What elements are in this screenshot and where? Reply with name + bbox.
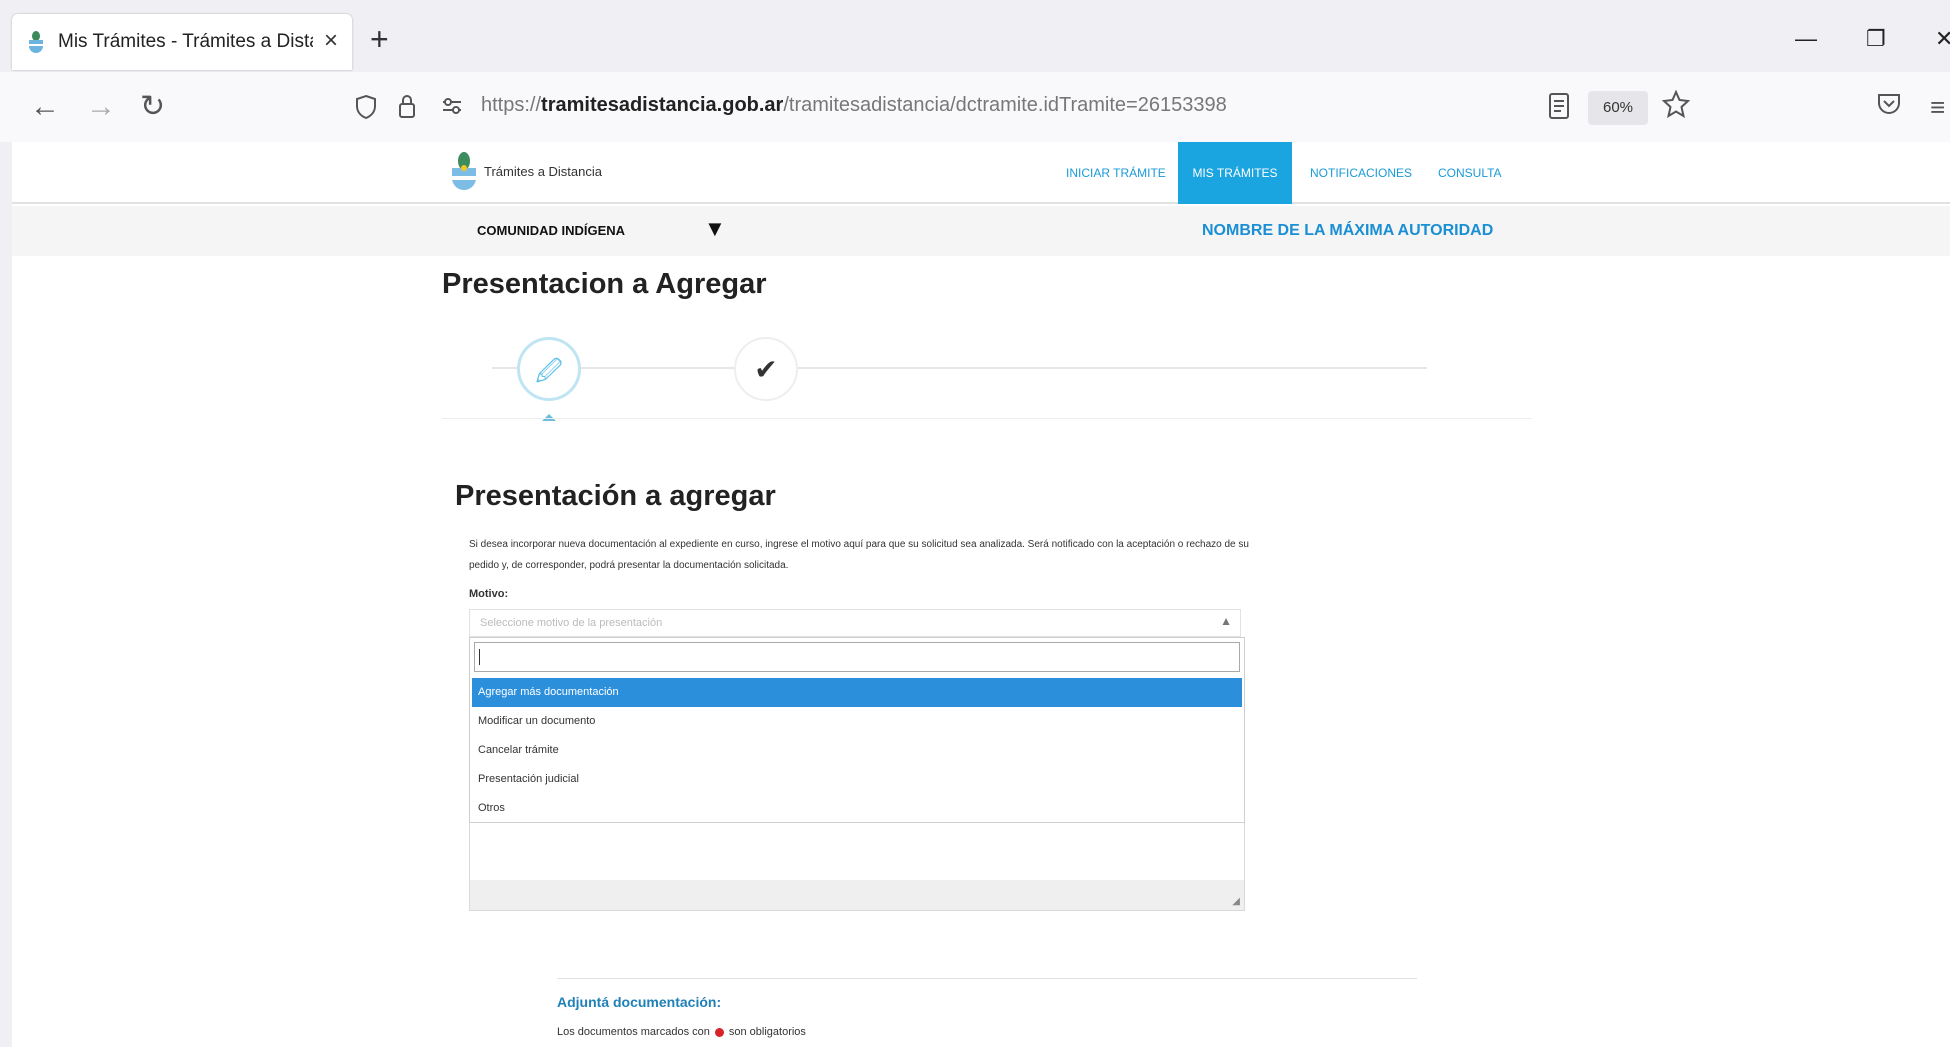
step-attach[interactable]: 🖉	[517, 337, 581, 401]
resize-grip-icon[interactable]: ◢	[1232, 896, 1240, 907]
option-cancelar-tramite[interactable]: Cancelar trámite	[472, 736, 1242, 765]
tab-title: Mis Trámites - Trámites a Distancia	[58, 31, 313, 52]
divider	[557, 978, 1417, 979]
checkmark-icon: ✔	[754, 354, 778, 385]
required-dot-icon	[714, 1027, 724, 1037]
attach-documents-title: Adjuntá documentación:	[557, 994, 722, 1010]
url-text[interactable]: https://tramitesadistancia.gob.ar/tramit…	[481, 94, 1227, 117]
paperclip-icon: 🖉	[535, 356, 563, 386]
option-otros[interactable]: Otros	[472, 794, 1242, 823]
select-placeholder: Seleccione motivo de la presentación	[480, 617, 663, 629]
nav-consulta[interactable]: Consulta	[1430, 142, 1510, 204]
motivo-dropdown: Agregar más documentación Modificar un d…	[469, 637, 1245, 823]
divider	[442, 418, 1532, 419]
permissions-icon[interactable]	[441, 98, 463, 114]
menu-icon[interactable]: ≡	[1930, 90, 1945, 124]
url-bar[interactable]: https://tramitesadistancia.gob.ar/tramit…	[345, 82, 1705, 132]
restore-icon[interactable]: ❐	[1866, 26, 1886, 52]
url-domain: tramitesadistancia.gob.ar	[541, 94, 784, 116]
page-title: Presentacion a Agregar	[442, 268, 767, 300]
description-text: Si desea incorporar nueva documentación …	[469, 539, 1249, 571]
shield-icon[interactable]	[355, 94, 377, 120]
url-path: /tramitesadistancia/dctramite.idTramite=…	[783, 94, 1227, 116]
required-documents-note: Los documentos marcados con son obligato…	[557, 1026, 806, 1038]
motivo-label: Motivo:	[469, 588, 509, 600]
site-header: Trámites a Distancia Iniciar trámite Mis…	[12, 142, 1950, 204]
tab-close-icon[interactable]: ×	[324, 27, 338, 55]
tab-bar: Mis Trámites - Trámites a Distancia × + …	[0, 12, 1950, 72]
caret-up-icon[interactable]: ▲	[1220, 614, 1232, 628]
bookmark-star-icon[interactable]	[1662, 90, 1690, 118]
nav-iniciar-tramite[interactable]: Iniciar trámite	[1058, 142, 1174, 204]
community-selector[interactable]: COMUNIDAD INDÍGENA	[477, 223, 625, 238]
entity-bar: COMUNIDAD INDÍGENA ▼ NOMBRE DE LA MÁXIMA…	[12, 206, 1950, 256]
step-confirm[interactable]: ✔	[734, 337, 798, 401]
reader-view-icon[interactable]	[1548, 92, 1570, 120]
lock-icon[interactable]	[397, 92, 417, 120]
argentina-logo-icon[interactable]	[450, 150, 478, 192]
close-window-icon[interactable]: ✕	[1935, 26, 1950, 52]
back-icon[interactable]: ←	[30, 90, 60, 124]
motivo-select[interactable]: Seleccione motivo de la presentación ▲	[469, 609, 1241, 637]
section-title: Presentación a agregar	[455, 480, 776, 512]
argentina-shield-icon	[29, 31, 43, 53]
required-note-suffix: son obligatorios	[728, 1026, 806, 1038]
stepper-line	[492, 367, 1427, 369]
option-agregar-documentacion[interactable]: Agregar más documentación	[472, 678, 1242, 707]
authority-link[interactable]: NOMBRE DE LA MÁXIMA AUTORIDAD	[1202, 222, 1493, 240]
textarea-footer: ◢	[470, 880, 1244, 910]
motivo-textarea[interactable]: ◢	[469, 823, 1245, 911]
option-presentacion-judicial[interactable]: Presentación judicial	[472, 765, 1242, 794]
zoom-level[interactable]: 60%	[1588, 91, 1648, 125]
required-note-prefix: Los documentos marcados con	[557, 1026, 710, 1038]
browser-window: Mis Trámites - Trámites a Distancia × + …	[0, 0, 1950, 1047]
text-cursor	[479, 649, 480, 665]
forward-icon[interactable]: →	[86, 90, 116, 124]
minimize-icon[interactable]: —	[1795, 26, 1817, 52]
nav-notificaciones[interactable]: Notificaciones	[1302, 142, 1420, 204]
web-page: Trámites a Distancia Iniciar trámite Mis…	[12, 142, 1950, 1047]
pocket-icon[interactable]	[1876, 92, 1902, 116]
nav-mis-tramites[interactable]: Mis trámites	[1178, 142, 1292, 204]
caret-down-icon[interactable]: ▼	[704, 216, 726, 242]
option-modificar-documento[interactable]: Modificar un documento	[472, 707, 1242, 736]
logo-text[interactable]: Trámites a Distancia	[484, 164, 602, 179]
dropdown-search-input[interactable]	[474, 642, 1240, 672]
url-prefix: https://	[481, 94, 542, 116]
browser-tab[interactable]: Mis Trámites - Trámites a Distancia ×	[12, 14, 352, 70]
navigation-bar: ← → ↻ https://tramitesadistancia.gob.ar/…	[0, 72, 1950, 142]
new-tab-button[interactable]: +	[370, 23, 389, 55]
reload-icon[interactable]: ↻	[140, 90, 165, 124]
